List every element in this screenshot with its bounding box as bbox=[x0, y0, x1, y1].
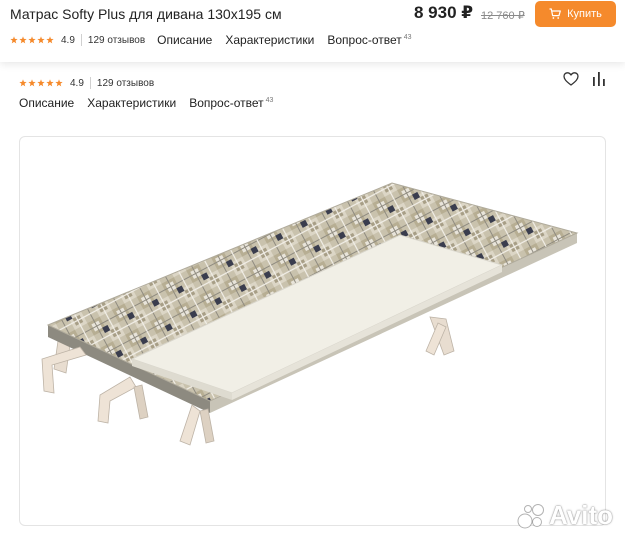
product-image[interactable] bbox=[19, 136, 606, 526]
header-rating-row: 4.9 129 отзывов Описание Характеристики … bbox=[10, 33, 412, 47]
avito-watermark: Avito bbox=[517, 500, 613, 531]
rating-stars bbox=[10, 36, 54, 44]
star-icon bbox=[19, 79, 27, 87]
mattress-image bbox=[41, 182, 579, 446]
star-icon bbox=[19, 36, 27, 44]
tab-description[interactable]: Описание bbox=[19, 96, 74, 110]
tab-qa-label: Вопрос-ответ bbox=[327, 33, 402, 47]
rating-value: 4.9 bbox=[61, 34, 75, 46]
star-icon bbox=[55, 79, 63, 87]
stats-icon[interactable] bbox=[591, 71, 607, 87]
tab-characteristics[interactable]: Характеристики bbox=[225, 33, 314, 47]
divider bbox=[89, 77, 91, 89]
star-icon bbox=[37, 79, 45, 87]
qa-count: 43 bbox=[403, 34, 412, 41]
star-icon bbox=[37, 36, 45, 44]
sticky-header: Матрас Softy Plus для дивана 130x195 см … bbox=[0, 0, 625, 62]
cart-icon bbox=[549, 8, 562, 20]
avito-logo-icon bbox=[517, 501, 547, 531]
buy-button[interactable]: Купить bbox=[535, 1, 616, 27]
tab-description[interactable]: Описание bbox=[157, 33, 212, 47]
rating-value: 4.9 bbox=[70, 77, 84, 89]
star-icon bbox=[46, 79, 54, 87]
price: 8 930 ₽ bbox=[414, 3, 474, 22]
heart-icon[interactable] bbox=[563, 71, 579, 87]
tab-characteristics[interactable]: Характеристики bbox=[87, 96, 176, 110]
star-icon bbox=[28, 79, 36, 87]
old-price: 12 760 ₽ bbox=[481, 10, 525, 22]
tab-qa-label: Вопрос-ответ bbox=[189, 96, 264, 110]
product-title: Матрас Softy Plus для дивана 130x195 см bbox=[10, 6, 282, 22]
tab-qa[interactable]: Вопрос-ответ 43 bbox=[189, 96, 273, 110]
reviews-link[interactable]: 129 отзывов bbox=[97, 78, 154, 89]
reviews-link[interactable]: 129 отзывов bbox=[88, 35, 145, 46]
rating-stars bbox=[19, 79, 63, 87]
rating-row: 4.9 129 отзывов bbox=[19, 77, 154, 89]
tab-qa[interactable]: Вопрос-ответ 43 bbox=[327, 33, 411, 47]
buy-button-label: Купить bbox=[567, 8, 602, 20]
avito-watermark-text: Avito bbox=[549, 500, 614, 530]
section-tabs: Описание Характеристики Вопрос-ответ 43 bbox=[19, 96, 273, 110]
star-icon bbox=[28, 36, 36, 44]
divider bbox=[80, 34, 82, 46]
star-icon bbox=[10, 36, 18, 44]
qa-count: 43 bbox=[265, 97, 274, 104]
star-icon bbox=[46, 36, 54, 44]
